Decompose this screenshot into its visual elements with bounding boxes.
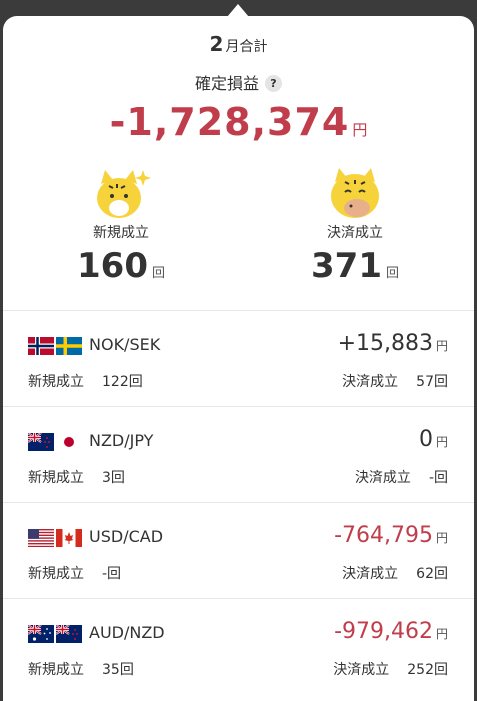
new-zealand-flag-icon bbox=[28, 433, 54, 451]
realized-pl-value: -1,728,374 円 bbox=[3, 100, 474, 144]
pair-name: NZD/JPY bbox=[89, 431, 154, 450]
pair-flags bbox=[28, 625, 82, 643]
realized-pl-amount: -1,728,374 bbox=[109, 100, 350, 144]
pair-row-aud-nzd[interactable]: AUD/NZD -979,462 円 新規成立 35回 決済成立 252回 bbox=[3, 599, 474, 695]
tiger-mascot-piggybank-icon bbox=[331, 168, 379, 218]
pair-pl-amount: +15,883 bbox=[337, 331, 433, 356]
settled-orders-stat: 決済成立 371 回 bbox=[255, 164, 455, 286]
tiger-mascot-sparkle-icon bbox=[97, 170, 151, 218]
pair-settle-count: 決済成立 -回 bbox=[355, 467, 448, 487]
pair-name: NOK/SEK bbox=[89, 335, 161, 354]
pair-pl: -764,795 円 bbox=[334, 523, 448, 548]
pair-new-label: 新規成立 bbox=[28, 374, 84, 390]
pair-pl-unit: 円 bbox=[435, 339, 448, 353]
sweden-flag-icon bbox=[56, 337, 82, 355]
pair-pl-unit: 円 bbox=[435, 531, 448, 545]
pair-settle-count: 決済成立 252回 bbox=[333, 659, 448, 679]
pair-pl-unit: 円 bbox=[435, 435, 448, 449]
realized-pl-label: 確定損益? bbox=[3, 70, 474, 94]
pair-settle-label: 決済成立 bbox=[354, 470, 411, 486]
pair-settle-value: 62回 bbox=[416, 566, 448, 582]
pair-row-nok-sek[interactable]: NOK/SEK +15,883 円 新規成立 122回 決済成立 57回 bbox=[3, 311, 474, 407]
pair-new-label: 新規成立 bbox=[28, 566, 84, 582]
pair-settle-label: 決済成立 bbox=[342, 374, 399, 390]
pair-new-label: 新規成立 bbox=[28, 470, 84, 486]
new-orders-stat: 新規成立 160 回 bbox=[21, 164, 221, 286]
us-flag-icon bbox=[28, 529, 54, 547]
new-orders-label: 新規成立 bbox=[93, 225, 149, 241]
norway-flag-icon bbox=[28, 337, 54, 355]
settled-orders-number: 371 bbox=[311, 246, 382, 286]
settled-orders-count: 371 回 bbox=[255, 246, 455, 286]
new-orders-count: 160 回 bbox=[21, 246, 221, 286]
pair-new-value: 122回 bbox=[102, 374, 143, 390]
pair-new-value: -回 bbox=[102, 566, 122, 582]
month-suffix: 月合計 bbox=[225, 39, 268, 55]
pair-settle-label: 決済成立 bbox=[342, 566, 399, 582]
pair-pl: 0円 bbox=[419, 427, 448, 452]
pair-settle-count: 決済成立 57回 bbox=[342, 371, 448, 391]
pair-new-count: 新規成立 35回 bbox=[28, 659, 134, 679]
settled-orders-label: 決済成立 bbox=[327, 225, 383, 241]
pair-new-label: 新規成立 bbox=[28, 662, 84, 678]
pair-settle-label: 決済成立 bbox=[333, 662, 390, 678]
monthly-summary-card: 2 月合計 確定損益? -1,728,374 円 新規成立 160 回 決済成立… bbox=[3, 16, 474, 701]
japan-flag-icon bbox=[56, 433, 82, 451]
pair-pl-unit: 円 bbox=[435, 627, 448, 641]
pair-pl: +15,883 円 bbox=[338, 331, 448, 356]
pair-pl-amount: 0 bbox=[418, 427, 433, 452]
month-number: 2 bbox=[209, 32, 224, 56]
month-title: 2 月合計 bbox=[3, 32, 474, 56]
pair-name: AUD/NZD bbox=[89, 623, 165, 642]
new-orders-unit: 回 bbox=[151, 266, 165, 281]
pair-settle-value: 252回 bbox=[407, 662, 448, 678]
pair-pl-amount: -764,795 bbox=[334, 523, 433, 548]
pair-new-value: 35回 bbox=[102, 662, 134, 678]
pair-row-nzd-jpy[interactable]: NZD/JPY 0円 新規成立 3回 決済成立 -回 bbox=[3, 407, 474, 503]
pair-new-count: 新規成立 122回 bbox=[28, 371, 143, 391]
settled-orders-unit: 回 bbox=[385, 266, 399, 281]
pair-flags bbox=[28, 529, 82, 547]
pair-settle-count: 決済成立 62回 bbox=[342, 563, 448, 583]
pair-pl-amount: -979,462 bbox=[334, 619, 433, 644]
realized-pl-text: 確定損益 bbox=[194, 74, 259, 93]
pair-pl: -979,462 円 bbox=[334, 619, 448, 644]
summary-section: 2 月合計 確定損益? -1,728,374 円 新規成立 160 回 決済成立… bbox=[3, 16, 474, 311]
pair-row-usd-cad[interactable]: USD/CAD -764,795 円 新規成立 -回 決済成立 62回 bbox=[3, 503, 474, 599]
new-zealand-flag-icon bbox=[56, 625, 82, 643]
new-orders-number: 160 bbox=[77, 246, 148, 286]
realized-pl-unit: 円 bbox=[352, 121, 368, 139]
australia-flag-icon bbox=[28, 625, 54, 643]
pair-new-count: 新規成立 -回 bbox=[28, 563, 121, 583]
canada-flag-icon bbox=[56, 529, 82, 547]
help-icon[interactable]: ? bbox=[265, 75, 282, 92]
pair-new-count: 新規成立 3回 bbox=[28, 467, 125, 487]
pair-settle-value: -回 bbox=[428, 470, 448, 486]
pair-settle-value: 57回 bbox=[416, 374, 448, 390]
pair-new-value: 3回 bbox=[102, 470, 125, 486]
pair-flags bbox=[28, 337, 82, 355]
pair-flags bbox=[28, 433, 82, 451]
pair-name: USD/CAD bbox=[89, 527, 164, 546]
